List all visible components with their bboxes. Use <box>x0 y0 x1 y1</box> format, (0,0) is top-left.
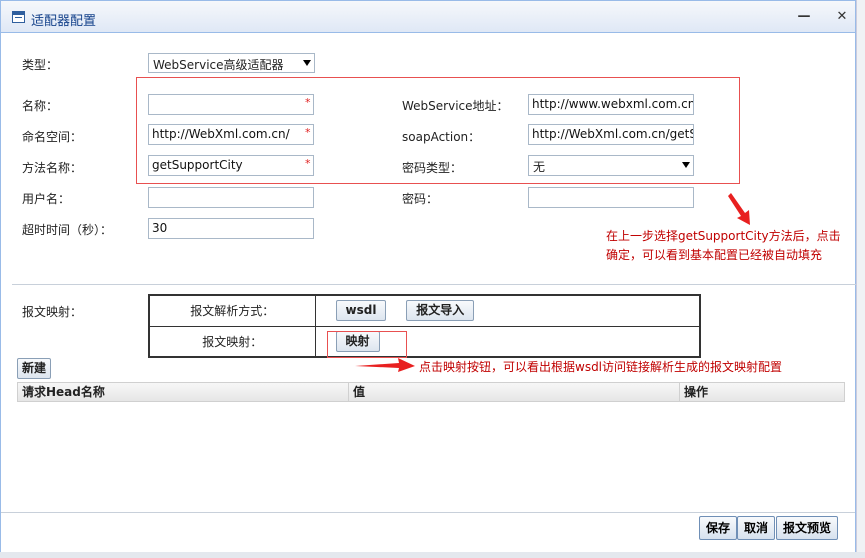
soap-action-input[interactable]: http://WebXml.com.cn/getSupportCity <box>528 124 694 145</box>
parse-method-label: 报文解析方式： <box>148 294 316 327</box>
annotation-mapping: 点击映射按钮，可以看出根据wsdl访问链接解析生成的报文映射配置 <box>419 360 783 374</box>
username-label: 用户名： <box>22 192 71 206</box>
timeout-input[interactable]: 30 <box>148 218 314 239</box>
name-label: 名称： <box>22 99 59 113</box>
soap-action-label: soapAction： <box>402 130 481 144</box>
ws-address-input[interactable]: http://www.webxml.com.cn/WebServices/Wea… <box>528 94 694 115</box>
type-select-value: WebService高级适配器 <box>153 58 284 72</box>
background-page-edge <box>0 552 865 558</box>
password-label: 密码： <box>402 192 439 206</box>
mapping-row-label: 报文映射： <box>148 325 316 358</box>
minimize-button[interactable]: — <box>797 10 811 24</box>
type-select[interactable]: WebService高级适配器 <box>148 53 315 73</box>
namespace-label: 命名空间： <box>22 130 83 144</box>
preview-message-button[interactable]: 报文预览 <box>776 516 839 540</box>
request-head-grid: 请求Head名称 值 操作 <box>17 382 845 402</box>
title-bar[interactable]: 适配器配置 — ✕ <box>1 1 855 33</box>
import-message-button[interactable]: 报文导入 <box>406 300 475 322</box>
ws-address-label: WebService地址： <box>402 99 509 113</box>
password-type-select[interactable]: 无 <box>528 155 694 176</box>
grid-column-value[interactable]: 值 <box>349 383 680 401</box>
section-divider <box>12 284 857 285</box>
namespace-input[interactable]: http://WebXml.com.cn/ <box>148 124 314 145</box>
background-scrollbar <box>856 0 865 558</box>
window-icon <box>12 11 25 23</box>
name-required-mark: * <box>305 96 311 109</box>
namespace-required-mark: * <box>305 126 311 139</box>
annotation-arrow-up-icon <box>728 193 750 225</box>
mapping-section-label: 报文映射： <box>22 305 83 319</box>
dropdown-arrow-icon <box>682 162 690 168</box>
cancel-button[interactable]: 取消 <box>737 516 776 540</box>
password-input[interactable] <box>528 187 694 208</box>
close-button[interactable]: ✕ <box>835 10 849 24</box>
new-head-button[interactable]: 新建 <box>17 358 52 379</box>
wsdl-button[interactable]: wsdl <box>335 300 387 322</box>
name-input[interactable] <box>148 94 314 115</box>
timeout-label: 超时时间（秒）： <box>22 223 113 237</box>
password-type-label: 密码类型： <box>402 161 463 175</box>
dialog-title: 适配器配置 <box>31 14 97 29</box>
grid-column-action[interactable]: 操作 <box>680 383 844 401</box>
password-type-value: 无 <box>533 160 546 174</box>
annotation-arrow-right-icon <box>355 358 415 372</box>
annotation-autofill-line2: 确定，可以看到基本配置已经被自动填充 <box>606 248 823 262</box>
adapter-config-dialog: 适配器配置 — ✕ 类型： WebService高级适配器 名称： * 命名空间… <box>0 0 857 552</box>
method-label: 方法名称： <box>22 161 83 175</box>
username-input[interactable] <box>148 187 314 208</box>
mapping-table: 报文解析方式： wsdl 报文导入 报文映射： 映射 <box>148 294 701 358</box>
method-input[interactable]: getSupportCity <box>148 155 314 176</box>
save-button[interactable]: 保存 <box>699 516 738 540</box>
method-required-mark: * <box>305 157 311 170</box>
highlight-box-map-button <box>327 331 407 358</box>
dropdown-arrow-icon <box>303 60 311 66</box>
annotation-autofill-line1: 在上一步选择getSupportCity方法后，点击 <box>606 229 841 243</box>
grid-column-head-name[interactable]: 请求Head名称 <box>18 383 349 401</box>
type-label: 类型： <box>22 58 59 72</box>
